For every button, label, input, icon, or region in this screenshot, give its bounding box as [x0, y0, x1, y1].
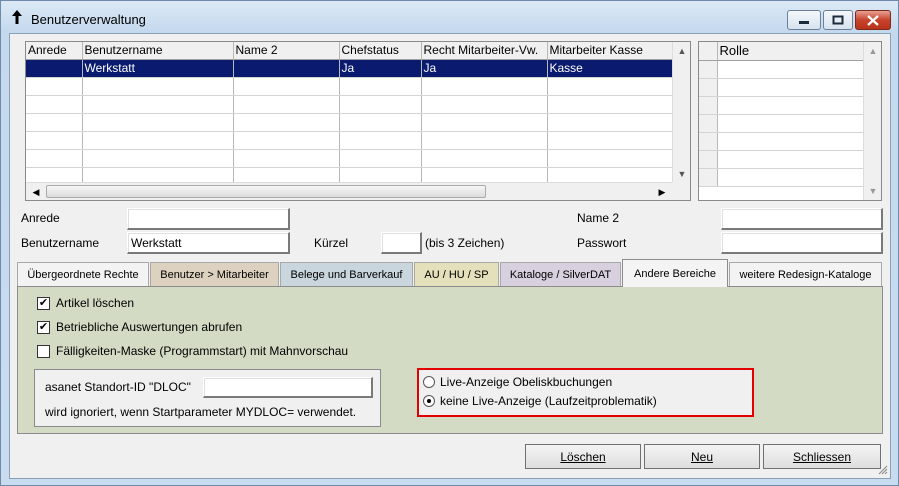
tab-belege-barverkauf[interactable]: Belege und Barverkauf	[280, 262, 413, 286]
table-row[interactable]	[26, 149, 673, 168]
column-header[interactable]: Chefstatus	[339, 42, 422, 60]
column-header[interactable]: Mitarbeiter Kasse	[547, 42, 673, 60]
live-anzeige-group: Live-Anzeige Obeliskbuchungen keine Live…	[417, 368, 754, 417]
artikel-loeschen-checkbox[interactable]: ✔ Artikel löschen	[37, 296, 134, 310]
benutzername-label: Benutzername	[21, 236, 100, 250]
standort-group: asanet Standort-ID "DLOC" wird ignoriert…	[34, 369, 381, 427]
maximize-icon	[832, 15, 844, 25]
new-button[interactable]: Neu	[644, 444, 760, 469]
table-row[interactable]	[26, 95, 673, 114]
anrede-field[interactable]	[127, 208, 290, 230]
table-cell[interactable]: Ja	[421, 59, 548, 78]
scroll-down-icon[interactable]: ▼	[865, 183, 881, 199]
standort-label: asanet Standort-ID "DLOC"	[45, 380, 191, 394]
tab-benutzer-mitarbeiter[interactable]: Benutzer > Mitarbeiter	[150, 262, 279, 286]
passwort-label: Passwort	[577, 236, 627, 250]
close-dialog-button[interactable]: Schliessen	[763, 444, 881, 469]
roles-grid[interactable]: Rolle ▲ ▼	[698, 41, 882, 201]
scroll-up-icon[interactable]: ▲	[865, 43, 881, 59]
keine-live-anzeige-radio[interactable]: keine Live-Anzeige (Laufzeitproblematik)	[423, 394, 657, 408]
tab-weitere-redesign-kataloge[interactable]: weitere Redesign-Kataloge	[729, 262, 882, 286]
table-row[interactable]	[26, 113, 673, 132]
radio-circle[interactable]	[423, 376, 435, 388]
kuerzel-hint: (bis 3 Zeichen)	[425, 236, 505, 250]
table-cell[interactable]: Kasse	[547, 59, 673, 78]
anrede-label: Anrede	[21, 211, 60, 225]
faelligkeiten-checkbox[interactable]: Fälligkeiten-Maske (Programmstart) mit M…	[37, 344, 348, 358]
minimize-icon	[799, 21, 809, 24]
horizontal-scrollbar[interactable]: ◀ ▶	[26, 182, 672, 200]
tab-au-hu-sp[interactable]: AU / HU / SP	[414, 262, 499, 286]
users-grid[interactable]: Anrede Benutzername Name 2 Chefstatus Re…	[25, 41, 691, 201]
standort-field[interactable]	[203, 377, 373, 398]
name2-field[interactable]	[721, 208, 883, 230]
name2-label: Name 2	[577, 211, 620, 225]
table-row[interactable]	[699, 78, 864, 97]
table-row[interactable]	[26, 77, 673, 96]
vertical-scrollbar[interactable]: ▲ ▼	[672, 42, 690, 183]
window-title: Benutzerverwaltung	[31, 12, 146, 27]
table-row[interactable]	[26, 131, 673, 150]
table-cell[interactable]: Werkstatt	[82, 59, 234, 78]
column-header[interactable]: Anrede	[26, 42, 83, 60]
tab-kataloge-silverdat[interactable]: Kataloge / SilverDAT	[500, 262, 621, 286]
resize-grip-icon[interactable]	[878, 465, 888, 475]
close-icon	[867, 14, 879, 26]
radio-circle[interactable]	[423, 395, 435, 407]
table-row[interactable]	[699, 150, 864, 169]
auswertungen-checkbox[interactable]: ✔ Betriebliche Auswertungen abrufen	[37, 320, 242, 334]
live-anzeige-radio[interactable]: Live-Anzeige Obeliskbuchungen	[423, 375, 612, 389]
scroll-up-icon[interactable]: ▲	[674, 43, 690, 59]
tab-andere-bereiche[interactable]: Andere Bereiche	[622, 259, 728, 287]
standort-note: wird ignoriert, wenn Startparameter MYDL…	[45, 405, 357, 419]
minimize-button[interactable]	[787, 10, 821, 30]
scroll-right-icon[interactable]: ▶	[654, 184, 670, 200]
checkmark-icon: ✔	[38, 296, 49, 309]
column-header[interactable]: Rolle	[717, 42, 864, 61]
checkmark-icon: ✔	[38, 320, 49, 333]
table-row[interactable]	[699, 60, 864, 79]
kuerzel-label: Kürzel	[314, 236, 349, 250]
checkbox-box[interactable]: ✔	[37, 320, 50, 334]
table-row[interactable]	[699, 114, 864, 133]
benutzername-field[interactable]: Werkstatt	[127, 232, 290, 254]
delete-button[interactable]: Löschen	[525, 444, 641, 469]
scroll-corner	[672, 182, 690, 200]
scroll-down-icon[interactable]: ▼	[674, 166, 690, 182]
scroll-left-icon[interactable]: ◀	[28, 184, 44, 200]
table-row[interactable]	[699, 168, 864, 187]
column-header[interactable]: Recht Mitarbeiter-Vw.	[421, 42, 548, 60]
column-header[interactable]: Name 2	[233, 42, 340, 60]
checkbox-box[interactable]	[37, 344, 50, 358]
table-cell[interactable]	[233, 59, 340, 78]
table-cell[interactable]	[26, 59, 83, 78]
title-bar[interactable]: Benutzerverwaltung	[1, 1, 898, 33]
table-row[interactable]	[699, 132, 864, 151]
kuerzel-field[interactable]	[381, 232, 422, 254]
maximize-button[interactable]	[823, 10, 853, 30]
column-header[interactable]: Benutzername	[82, 42, 234, 60]
table-row[interactable]: Werkstatt Ja Ja Kasse	[26, 59, 673, 78]
close-button[interactable]	[855, 10, 891, 30]
arrow-up-icon	[12, 10, 22, 24]
window: Benutzerverwaltung Anrede Benutzername N…	[0, 0, 899, 486]
tab-uebergeordnete-rechte[interactable]: Übergeordnete Rechte	[17, 262, 149, 286]
table-row[interactable]	[699, 96, 864, 115]
checkbox-box[interactable]: ✔	[37, 296, 50, 310]
scroll-thumb[interactable]	[46, 185, 486, 198]
passwort-field[interactable]	[721, 232, 883, 254]
table-cell[interactable]: Ja	[339, 59, 422, 78]
vertical-scrollbar[interactable]: ▲ ▼	[863, 42, 881, 200]
